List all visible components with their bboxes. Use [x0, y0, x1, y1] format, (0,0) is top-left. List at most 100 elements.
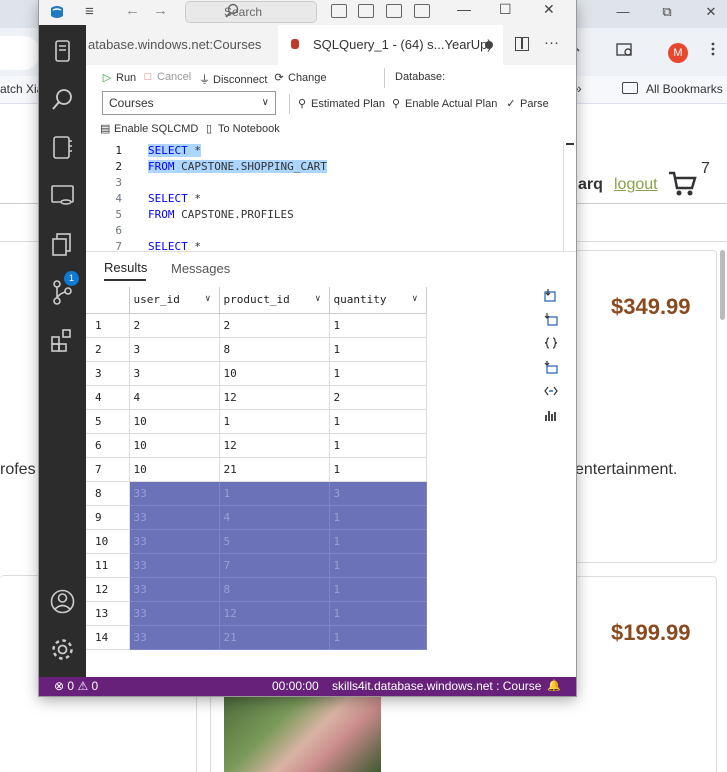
table-row[interactable]: 4 4 12 2 [86, 384, 427, 410]
table-cell[interactable]: 2 [128, 312, 220, 338]
column-header[interactable]: quantity ∨ [328, 287, 427, 314]
row-number[interactable]: 13 [86, 600, 130, 626]
logout-link[interactable]: logout [614, 176, 658, 194]
explorer-icon[interactable] [49, 231, 76, 258]
row-number[interactable]: 8 [86, 480, 130, 506]
table-row[interactable]: 3 3 10 1 [86, 360, 427, 386]
table-cell[interactable]: 33 [128, 624, 220, 650]
row-number[interactable]: 3 [86, 360, 130, 386]
table-cell[interactable]: 33 [128, 504, 220, 530]
editor-scrollbar[interactable] [563, 141, 576, 251]
row-number[interactable]: 10 [86, 528, 130, 554]
run-button[interactable]: ▷ Run [102, 71, 136, 84]
customize-layout-icon[interactable] [414, 4, 430, 18]
profile-avatar[interactable]: M [668, 43, 688, 63]
search-icon[interactable] [49, 86, 76, 113]
reading-mode-icon[interactable] [612, 40, 638, 66]
table-row[interactable]: 5 10 1 1 [86, 408, 427, 434]
table-row[interactable]: 6 10 12 1 [86, 432, 427, 458]
row-number[interactable]: 4 [86, 384, 130, 410]
to-notebook-button[interactable]: ▯ To Notebook [204, 122, 280, 135]
connection-status[interactable]: skills4it.database.windows.net : Course [332, 679, 541, 693]
table-row[interactable]: 2381 [86, 336, 427, 362]
account-icon[interactable] [49, 588, 76, 615]
forward-icon[interactable]: → [153, 2, 168, 19]
parse-button[interactable]: ✓ Parse [506, 97, 548, 110]
settings-gear-icon[interactable] [49, 636, 76, 663]
table-cell[interactable]: 1 [328, 408, 427, 434]
table-row[interactable]: 1221 [86, 312, 427, 338]
table-cell[interactable]: 1 [218, 480, 330, 506]
table-cell[interactable]: 1 [328, 624, 427, 650]
chevron-down-icon[interactable]: ∨ [205, 294, 210, 304]
toggle-sidebar-icon[interactable] [331, 4, 347, 18]
table-cell[interactable]: 1 [328, 576, 427, 602]
table-cell[interactable]: 1 [328, 312, 427, 338]
table-row[interactable]: 8 33 1 3 [86, 480, 427, 506]
visualizer-icon[interactable] [544, 384, 558, 398]
table-cell[interactable]: 3 [128, 336, 220, 362]
table-cell[interactable]: 8 [218, 336, 330, 362]
tab-messages[interactable]: Messages [171, 261, 230, 276]
table-cell[interactable]: 33 [128, 552, 220, 578]
database-projects-icon[interactable] [49, 182, 76, 209]
row-number[interactable]: 6 [86, 432, 130, 458]
bookmark-item[interactable]: atch Xia [0, 82, 43, 96]
table-cell[interactable]: 1 [328, 360, 427, 386]
enable-actual-plan-button[interactable]: ⚲ Enable Actual Plan [391, 97, 497, 110]
table-row[interactable]: 10 33 5 1 [86, 528, 427, 554]
browser-close-button[interactable]: ✕ [694, 2, 727, 22]
menu-icon[interactable]: ≡ [85, 3, 94, 20]
toggle-secondary-sidebar-icon[interactable] [386, 4, 402, 18]
tab-results[interactable]: Results [104, 260, 147, 275]
tab-courses-connection[interactable]: atabase.windows.net:Courses [86, 25, 278, 65]
bell-icon[interactable]: 🔔 [547, 679, 561, 692]
table-cell[interactable]: 21 [218, 456, 330, 482]
back-icon[interactable]: ← [125, 2, 140, 19]
tab-sqlquery[interactable]: SQLQuery_1 - (64) s...YearUp) [278, 25, 503, 65]
table-cell[interactable]: 10 [218, 360, 330, 386]
table-cell[interactable]: 12 [218, 384, 330, 410]
table-cell[interactable]: 10 [128, 432, 220, 458]
table-cell[interactable]: 33 [128, 576, 220, 602]
table-row[interactable]: 13 33 12 1 [86, 600, 427, 626]
ads-minimize-button[interactable]: — [457, 1, 471, 17]
table-cell[interactable]: 2 [328, 384, 427, 410]
results-grid[interactable]: user_id ∨ product_id ∨ quantity ∨ 122123813… [86, 287, 428, 650]
save-as-csv-icon[interactable] [544, 288, 558, 302]
table-cell[interactable]: 1 [328, 456, 427, 482]
browser-restore-button[interactable]: ⧉ [650, 2, 684, 22]
page-scrollbar[interactable] [717, 216, 727, 772]
chevron-down-icon[interactable]: ∨ [315, 294, 320, 304]
table-row[interactable]: 9 33 4 1 [86, 504, 427, 530]
chart-icon[interactable] [544, 408, 558, 422]
enable-sqlcmd-button[interactable]: ▤ Enable SQLCMD [100, 122, 198, 135]
problems-indicator[interactable]: ⊗ 0 ⚠ 0 [54, 679, 98, 693]
table-cell[interactable]: 4 [128, 384, 220, 410]
notebooks-icon[interactable] [49, 134, 76, 161]
table-cell[interactable]: 21 [218, 624, 330, 650]
row-number[interactable]: 12 [86, 576, 130, 602]
connections-icon[interactable] [49, 38, 76, 65]
table-cell[interactable]: 33 [128, 600, 220, 626]
cart-icon[interactable] [668, 170, 698, 198]
code-line[interactable]: SELECT * [148, 144, 201, 157]
code-line[interactable]: FROM CAPSTONE.PROFILES [148, 208, 294, 221]
row-number[interactable]: 1 [86, 312, 130, 338]
split-editor-icon[interactable] [515, 37, 529, 51]
save-as-excel-icon[interactable] [544, 312, 558, 326]
table-cell[interactable]: 7 [218, 552, 330, 578]
browser-menu-icon[interactable] [700, 40, 726, 66]
column-header[interactable]: product_id ∨ [218, 287, 330, 314]
table-cell[interactable]: 1 [328, 528, 427, 554]
table-cell[interactable]: 12 [218, 432, 330, 458]
table-cell[interactable]: 2 [218, 312, 330, 338]
table-cell[interactable]: 3 [328, 480, 427, 506]
table-cell[interactable]: 10 [128, 456, 220, 482]
table-cell[interactable]: 1 [328, 600, 427, 626]
more-actions-icon[interactable]: ··· [544, 34, 559, 51]
code-line[interactable]: FROM CAPSTONE.SHOPPING_CART [148, 160, 327, 173]
estimated-plan-button[interactable]: ⚲ Estimated Plan [297, 97, 385, 110]
table-cell[interactable]: 33 [128, 528, 220, 554]
table-cell[interactable]: 4 [218, 504, 330, 530]
